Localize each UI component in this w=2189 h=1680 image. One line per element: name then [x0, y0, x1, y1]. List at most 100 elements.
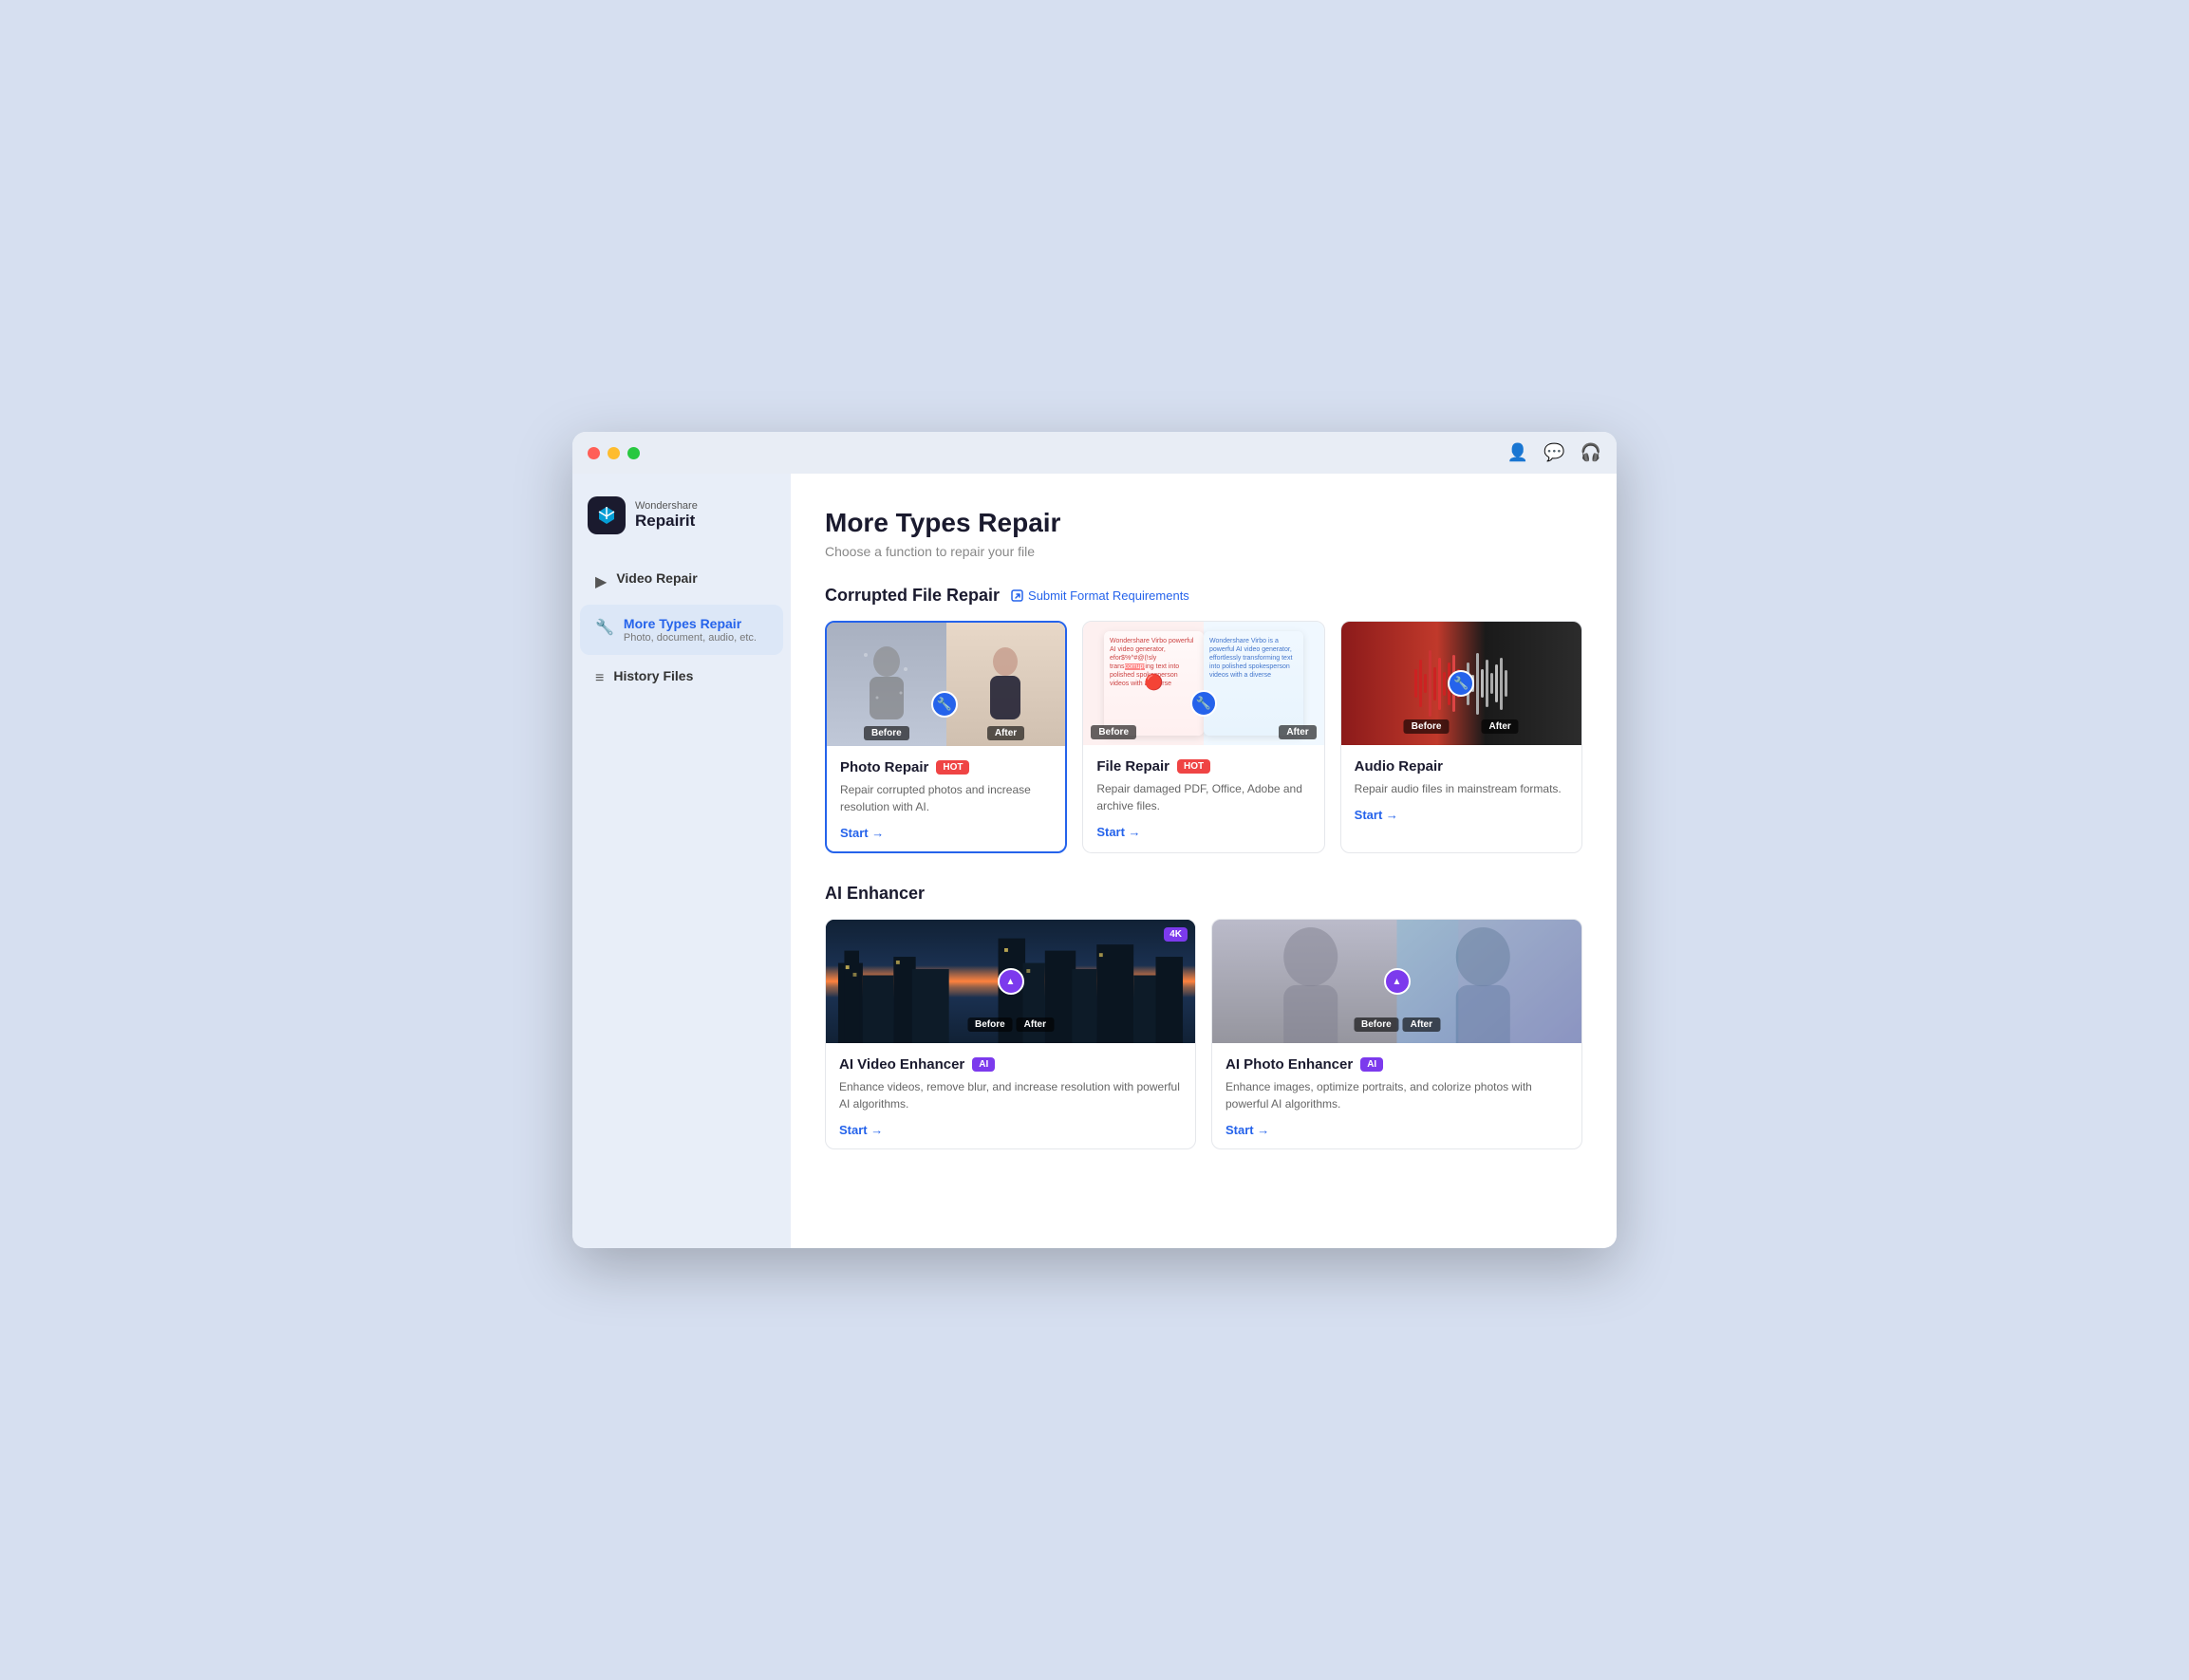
audio-repair-desc: Repair audio files in mainstream formats…	[1355, 780, 1568, 797]
file-repair-start[interactable]: Start →	[1096, 825, 1140, 839]
file-after-label: After	[1279, 725, 1316, 739]
ai-video-desc: Enhance videos, remove blur, and increas…	[839, 1078, 1182, 1112]
ai-enhancer-title: AI Enhancer	[825, 884, 925, 904]
audio-before-label: Before	[1404, 719, 1450, 734]
ai-video-enhancer-content: AI Video Enhancer AI Enhance videos, rem…	[826, 1043, 1195, 1148]
audio-repair-badge: 🔧	[1448, 670, 1474, 697]
photo-repair-start[interactable]: Start →	[840, 826, 884, 840]
sidebar-item-history-files-text: History Files	[613, 668, 693, 683]
user-icon[interactable]: 👤	[1507, 443, 1528, 463]
ai-photo-badge-label: AI	[1360, 1057, 1383, 1072]
audio-repair-card[interactable]: 🔧	[1340, 621, 1582, 853]
sidebar-item-video-repair[interactable]: ▶ Video Repair	[580, 559, 783, 603]
file-repair-content: File Repair HOT Repair damaged PDF, Offi…	[1083, 745, 1323, 850]
corrupted-file-repair-header: Corrupted File Repair Submit Format Requ…	[825, 586, 1582, 606]
ai-video-title: AI Video Enhancer	[839, 1056, 964, 1073]
audio-repair-title: Audio Repair	[1355, 758, 1443, 775]
sidebar-logo: Wondershare Repairit	[572, 489, 791, 557]
maximize-button[interactable]	[627, 447, 640, 459]
file-repair-badge: 🔧	[1190, 690, 1217, 717]
repair-icon-badge: 🔧	[931, 691, 958, 718]
sidebar-item-video-repair-label: Video Repair	[616, 570, 697, 586]
sidebar-item-more-types-sub: Photo, document, audio, etc.	[624, 632, 757, 644]
ai-photo-enhancer-content: AI Photo Enhancer AI Enhance images, opt…	[1212, 1043, 1581, 1148]
submit-format-link[interactable]: Submit Format Requirements	[1011, 588, 1189, 603]
titlebar-actions: 👤 💬 🎧	[1507, 443, 1601, 463]
ai-photo-title-row: AI Photo Enhancer AI	[1225, 1056, 1568, 1073]
audio-ba-labels: Before After	[1404, 719, 1519, 739]
photo-repair-hot-badge: HOT	[936, 760, 969, 775]
ai-video-enhancer-image: 4K ▲ Before After	[826, 920, 1195, 1043]
ai-video-enhancer-card[interactable]: 4K ▲ Before After AI Video Enhancer AI	[825, 919, 1196, 1149]
submit-format-text: Submit Format Requirements	[1028, 588, 1189, 603]
minimize-button[interactable]	[608, 447, 620, 459]
file-repair-card[interactable]: Wondershare Virbo powerful AI video gene…	[1082, 621, 1324, 853]
file-repair-hot-badge: HOT	[1177, 759, 1210, 774]
sidebar: Wondershare Repairit ▶ Video Repair 🔧 Mo…	[572, 474, 791, 1248]
photo-before-label: Before	[864, 726, 909, 740]
audio-repair-start[interactable]: Start →	[1355, 808, 1398, 822]
titlebar: 👤 💬 🎧	[572, 432, 1617, 474]
page-title: More Types Repair	[825, 508, 1582, 538]
main-content: More Types Repair Choose a function to r…	[791, 474, 1617, 1248]
sidebar-item-more-types-text: More Types Repair Photo, document, audio…	[624, 616, 757, 644]
video-ba-labels: Before After	[967, 1017, 1054, 1037]
sidebar-item-history-files-label: History Files	[613, 668, 693, 683]
corrupted-file-repair-title: Corrupted File Repair	[825, 586, 1000, 606]
sidebar-item-video-repair-text: Video Repair	[616, 570, 697, 586]
ai-video-badge: ▲	[998, 968, 1024, 995]
photo-after-label: After	[987, 726, 1024, 740]
ai-enhancer-header: AI Enhancer	[825, 884, 1582, 904]
logo-name: Repairit	[635, 512, 698, 531]
history-icon: ≡	[595, 670, 604, 687]
ai-enhancer-cards: 4K ▲ Before After AI Video Enhancer AI	[825, 919, 1582, 1149]
file-doc-after: Wondershare Virbo is a powerful AI video…	[1204, 631, 1303, 736]
photo-repair-title-row: Photo Repair HOT	[840, 759, 1052, 775]
ai-photo-start[interactable]: Start →	[1225, 1123, 1269, 1137]
ai-video-start[interactable]: Start →	[839, 1123, 883, 1137]
page-subtitle: Choose a function to repair your file	[825, 544, 1582, 559]
photo-after: After	[946, 623, 1066, 746]
file-repair-desc: Repair damaged PDF, Office, Adobe and ar…	[1096, 780, 1310, 814]
sidebar-item-more-types-repair[interactable]: 🔧 More Types Repair Photo, document, aud…	[580, 605, 783, 655]
audio-repair-image: 🔧	[1341, 622, 1581, 745]
video-city: 4K ▲ Before After	[826, 920, 1195, 1043]
ai-photo-center-badge: ▲	[1384, 968, 1411, 995]
file-doc-before: Wondershare Virbo powerful AI video gene…	[1104, 631, 1204, 736]
file-repair-image: Wondershare Virbo powerful AI video gene…	[1083, 622, 1323, 745]
logo-text: Wondershare Repairit	[635, 500, 698, 531]
sidebar-item-more-types-label: More Types Repair	[624, 616, 757, 631]
app-window: 👤 💬 🎧 Wondershare Repairit	[572, 432, 1617, 1248]
audio-after-label: After	[1481, 719, 1518, 734]
four-k-badge: 4K	[1164, 927, 1188, 942]
audio-repair-title-row: Audio Repair	[1355, 758, 1568, 775]
headset-icon[interactable]: 🎧	[1581, 443, 1601, 463]
ai-photo-desc: Enhance images, optimize portraits, and …	[1225, 1078, 1568, 1112]
photo2-after-label: After	[1403, 1017, 1440, 1032]
ai-photo-title: AI Photo Enhancer	[1225, 1056, 1353, 1073]
logo-icon	[588, 496, 626, 534]
photo2-before-label: Before	[1354, 1017, 1399, 1032]
video-after-label: After	[1017, 1017, 1054, 1032]
video-before-label: Before	[967, 1017, 1013, 1032]
photo-before: 🔧 Before	[827, 623, 946, 746]
audio-repair-content: Audio Repair Repair audio files in mains…	[1341, 745, 1581, 833]
corrupted-file-repair-cards: 🔧 Before After	[825, 621, 1582, 853]
more-types-icon: 🔧	[595, 618, 614, 637]
logo-brand: Wondershare	[635, 500, 698, 512]
ai-photo-enhancer-card[interactable]: ▲ Before After AI Photo Enhancer AI Enha…	[1211, 919, 1582, 1149]
file-repair-title-row: File Repair HOT	[1096, 758, 1310, 775]
file-before-label: Before	[1091, 725, 1136, 739]
sidebar-item-history-files[interactable]: ≡ History Files	[580, 657, 783, 699]
file-repair-title: File Repair	[1096, 758, 1169, 775]
ai-video-badge-label: AI	[972, 1057, 995, 1072]
ai-photo-enhancer-image: ▲ Before After	[1212, 920, 1581, 1043]
photo-repair-image: 🔧 Before After	[827, 623, 1065, 746]
close-button[interactable]	[588, 447, 600, 459]
photo-repair-card[interactable]: 🔧 Before After	[825, 621, 1067, 853]
chat-icon[interactable]: 💬	[1544, 443, 1564, 463]
photo-repair-content: Photo Repair HOT Repair corrupted photos…	[827, 746, 1065, 851]
photo-repair-desc: Repair corrupted photos and increase res…	[840, 781, 1052, 815]
app-body: Wondershare Repairit ▶ Video Repair 🔧 Mo…	[572, 474, 1617, 1248]
photo-repair-title: Photo Repair	[840, 759, 928, 775]
